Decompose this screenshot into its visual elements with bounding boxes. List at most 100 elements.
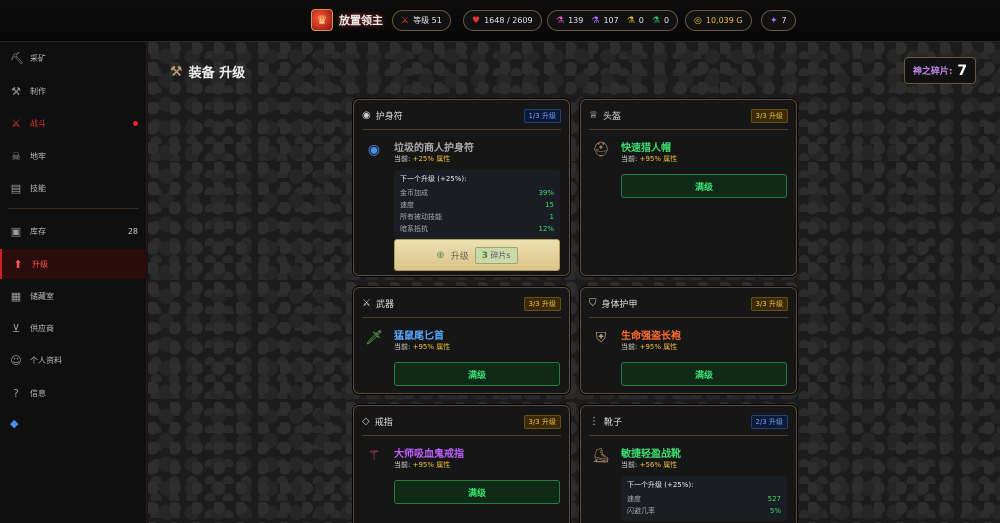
sidebar-item-inventory[interactable]: ▣ 库存 28: [0, 216, 147, 246]
stat-name: 闪避几率: [627, 507, 655, 515]
item-name: 快速猎人帽: [621, 143, 671, 154]
inventory-count-badge: 28: [127, 226, 138, 236]
item-name: 垃圾的商人护身符: [394, 143, 474, 154]
gold-pill: ◎ 10,039 G: [685, 10, 752, 31]
upgrade-cost: 3 碎片s: [474, 246, 518, 264]
health-pill: ♥ 1648 / 2609: [463, 10, 542, 31]
current-bonus-value: +95% 属性: [412, 461, 451, 469]
maxed-button[interactable]: 满级: [394, 480, 560, 504]
stat-row: 暗系抵抗 12%: [400, 223, 554, 235]
item-row: ⛨ 生命强盗长袍 当前: +95% 属性: [591, 326, 788, 354]
diamond-icon: ◇: [362, 416, 370, 427]
item-row: ◉ 垃圾的商人护身符 当前: +25% 属性: [364, 138, 561, 166]
potion-count: 139: [568, 16, 584, 25]
sidebar-item-label: 制作: [30, 86, 46, 96]
maxed-button[interactable]: 满级: [621, 362, 787, 386]
sidebar-item-upgrade[interactable]: ⬆ 升级: [0, 249, 147, 279]
ring-icon: ⚚: [367, 448, 381, 464]
upgrade-level-badge: 3/3 升级: [750, 297, 788, 311]
sword-icon: ⚔: [362, 298, 371, 309]
sidebar-item-label: 库存: [30, 226, 46, 236]
potion-count: 0: [663, 16, 670, 25]
crown-icon: ♕: [589, 110, 598, 121]
box-icon: ▣: [10, 224, 22, 238]
sidebar-item-label: 技能: [30, 183, 46, 193]
sidebar: ⛏ 采矿 ⚒ 制作 ⚔ 战斗 ☠ 地牢 ▤ 技能 ▣ 库存 28 ⬆ 升级 ▦ …: [0, 42, 147, 523]
potions-pill: ⚗ 139 ⚗ 107 ⚗ 0 ⚗ 0: [547, 10, 679, 31]
upgrade-card-armor: ⛉ 身体护甲 3/3 升级 ⛨ 生命强盗长袍 当前: +95% 属性 满级: [580, 287, 797, 394]
potion-count: 0: [638, 16, 644, 25]
amulet-icon: ◉: [367, 142, 381, 158]
card-header: ◇ 戒指 3/3 升级: [362, 414, 561, 436]
current-bonus-value: +25% 属性: [412, 155, 451, 163]
sidebar-item-skills[interactable]: ▤ 技能: [0, 173, 147, 203]
stat-name: 金币加成: [400, 189, 428, 197]
current-bonus: 当前: +56% 属性: [621, 460, 677, 470]
game-title: 放置领主: [339, 14, 383, 27]
stat-row: 闪避几率 5%: [627, 505, 781, 517]
health-value: 1648 / 2609: [484, 16, 533, 25]
card-header: ⋮ 靴子 2/3 升级: [589, 414, 788, 436]
stat-value: 15: [545, 201, 554, 209]
current-label: 当前:: [394, 155, 411, 163]
item-row: 🗡 猛鼠尾匕首 当前: +95% 属性: [364, 326, 561, 354]
next-upgrade-box: 下一个升级 (+25%): 速度 527 闪避几率 5%: [621, 476, 787, 521]
sidebar-item-mining[interactable]: ⛏ 采矿: [0, 43, 147, 73]
maxed-button[interactable]: 满级: [394, 362, 560, 386]
level-pill: ⚔ 等级 51: [392, 10, 451, 31]
item-row: ⛸ 敏捷轻盈战靴 当前: +56% 属性: [591, 444, 788, 472]
upgrade-button-label: 升级: [450, 251, 469, 262]
sidebar-item-label: 升级: [32, 259, 48, 269]
book-icon: ▤: [10, 181, 22, 195]
stat-name: 暗系抵抗: [400, 225, 428, 233]
armor-icon: ⛨: [595, 330, 607, 346]
sidebar-item-label: 供应商: [30, 323, 54, 333]
current-bonus-value: +95% 属性: [639, 155, 678, 163]
current-bonus: 当前: +95% 属性: [621, 342, 677, 352]
item-name: 敏捷轻盈战靴: [621, 449, 681, 460]
shards-counter: 神之碎片: 7: [904, 57, 976, 84]
potion-icon: ⚗: [651, 15, 660, 26]
gem-icon[interactable]: ◆: [10, 417, 18, 430]
sidebar-item-combat[interactable]: ⚔ 战斗: [0, 108, 147, 138]
sidebar-item-dungeon[interactable]: ☠ 地牢: [0, 141, 147, 171]
next-upgrade-title: 下一个升级 (+25%):: [400, 175, 467, 183]
upgrade-card-helmet: ♕ 头盔 3/3 升级 ⛑ 快速猎人帽 当前: +95% 属性 满级: [580, 99, 797, 276]
card-header: ⚔ 武器 3/3 升级: [362, 296, 561, 318]
stat-row: 速度 527: [627, 493, 781, 505]
upgrade-level-badge: 2/3 升级: [750, 415, 788, 429]
brand[interactable]: ♛ 放置领主: [311, 9, 383, 31]
upgrade-card-boots: ⋮ 靴子 2/3 升级 ⛸ 敏捷轻盈战靴 当前: +56% 属性 下一个升级 (…: [580, 405, 797, 523]
slot-name: 武器: [375, 300, 394, 310]
shards-label: 神之碎片:: [912, 67, 953, 77]
current-label: 当前:: [621, 461, 638, 469]
stat-name: 速度: [400, 201, 414, 209]
slot-name: 靴子: [604, 418, 623, 428]
eye-icon: ◉: [362, 110, 371, 121]
upgrade-button[interactable]: ⊕ 升级 3 碎片s: [394, 239, 560, 271]
sidebar-item-vendor[interactable]: ⊻ 供应商: [0, 313, 147, 343]
current-bonus-value: +95% 属性: [639, 343, 678, 351]
stat-value: 527: [767, 495, 781, 503]
stat-value: 1: [549, 213, 554, 221]
sidebar-item-label: 信息: [30, 388, 46, 398]
dagger-icon: 🗡: [365, 330, 383, 346]
arrow-up-circle-icon: ⊕: [436, 249, 445, 261]
top-bar: ♛ 放置领主 ⚔ 等级 51 ♥ 1648 / 2609 ⚗ 139 ⚗ 107…: [0, 0, 1000, 42]
maxed-button[interactable]: 满级: [621, 174, 787, 198]
anvil-icon: ⚒: [170, 63, 183, 80]
arrow-up-circle-icon: ⬆: [13, 257, 23, 271]
sidebar-item-profile[interactable]: ☺ 个人资料: [0, 345, 147, 375]
heart-icon: ♥: [472, 15, 481, 26]
stat-value: 12%: [538, 225, 554, 233]
sidebar-item-label: 采矿: [30, 53, 46, 63]
upgrade-level-badge: 3/3 升级: [523, 415, 561, 429]
sidebar-item-storage[interactable]: ▦ 储藏室: [0, 281, 147, 311]
stat-row: 速度 15: [400, 199, 554, 211]
sidebar-item-crafting[interactable]: ⚒ 制作: [0, 76, 147, 106]
sidebar-item-info[interactable]: ? 信息: [0, 378, 147, 408]
sidebar-divider: [8, 208, 139, 209]
sword-icon: ⚔: [401, 15, 410, 26]
next-upgrade-box: 下一个升级 (+25%): 金币加成 39% 速度 15 所有被动技能 1 暗系抵抗 1…: [394, 170, 560, 239]
item-name: 大师吸血鬼戒指: [394, 449, 464, 460]
